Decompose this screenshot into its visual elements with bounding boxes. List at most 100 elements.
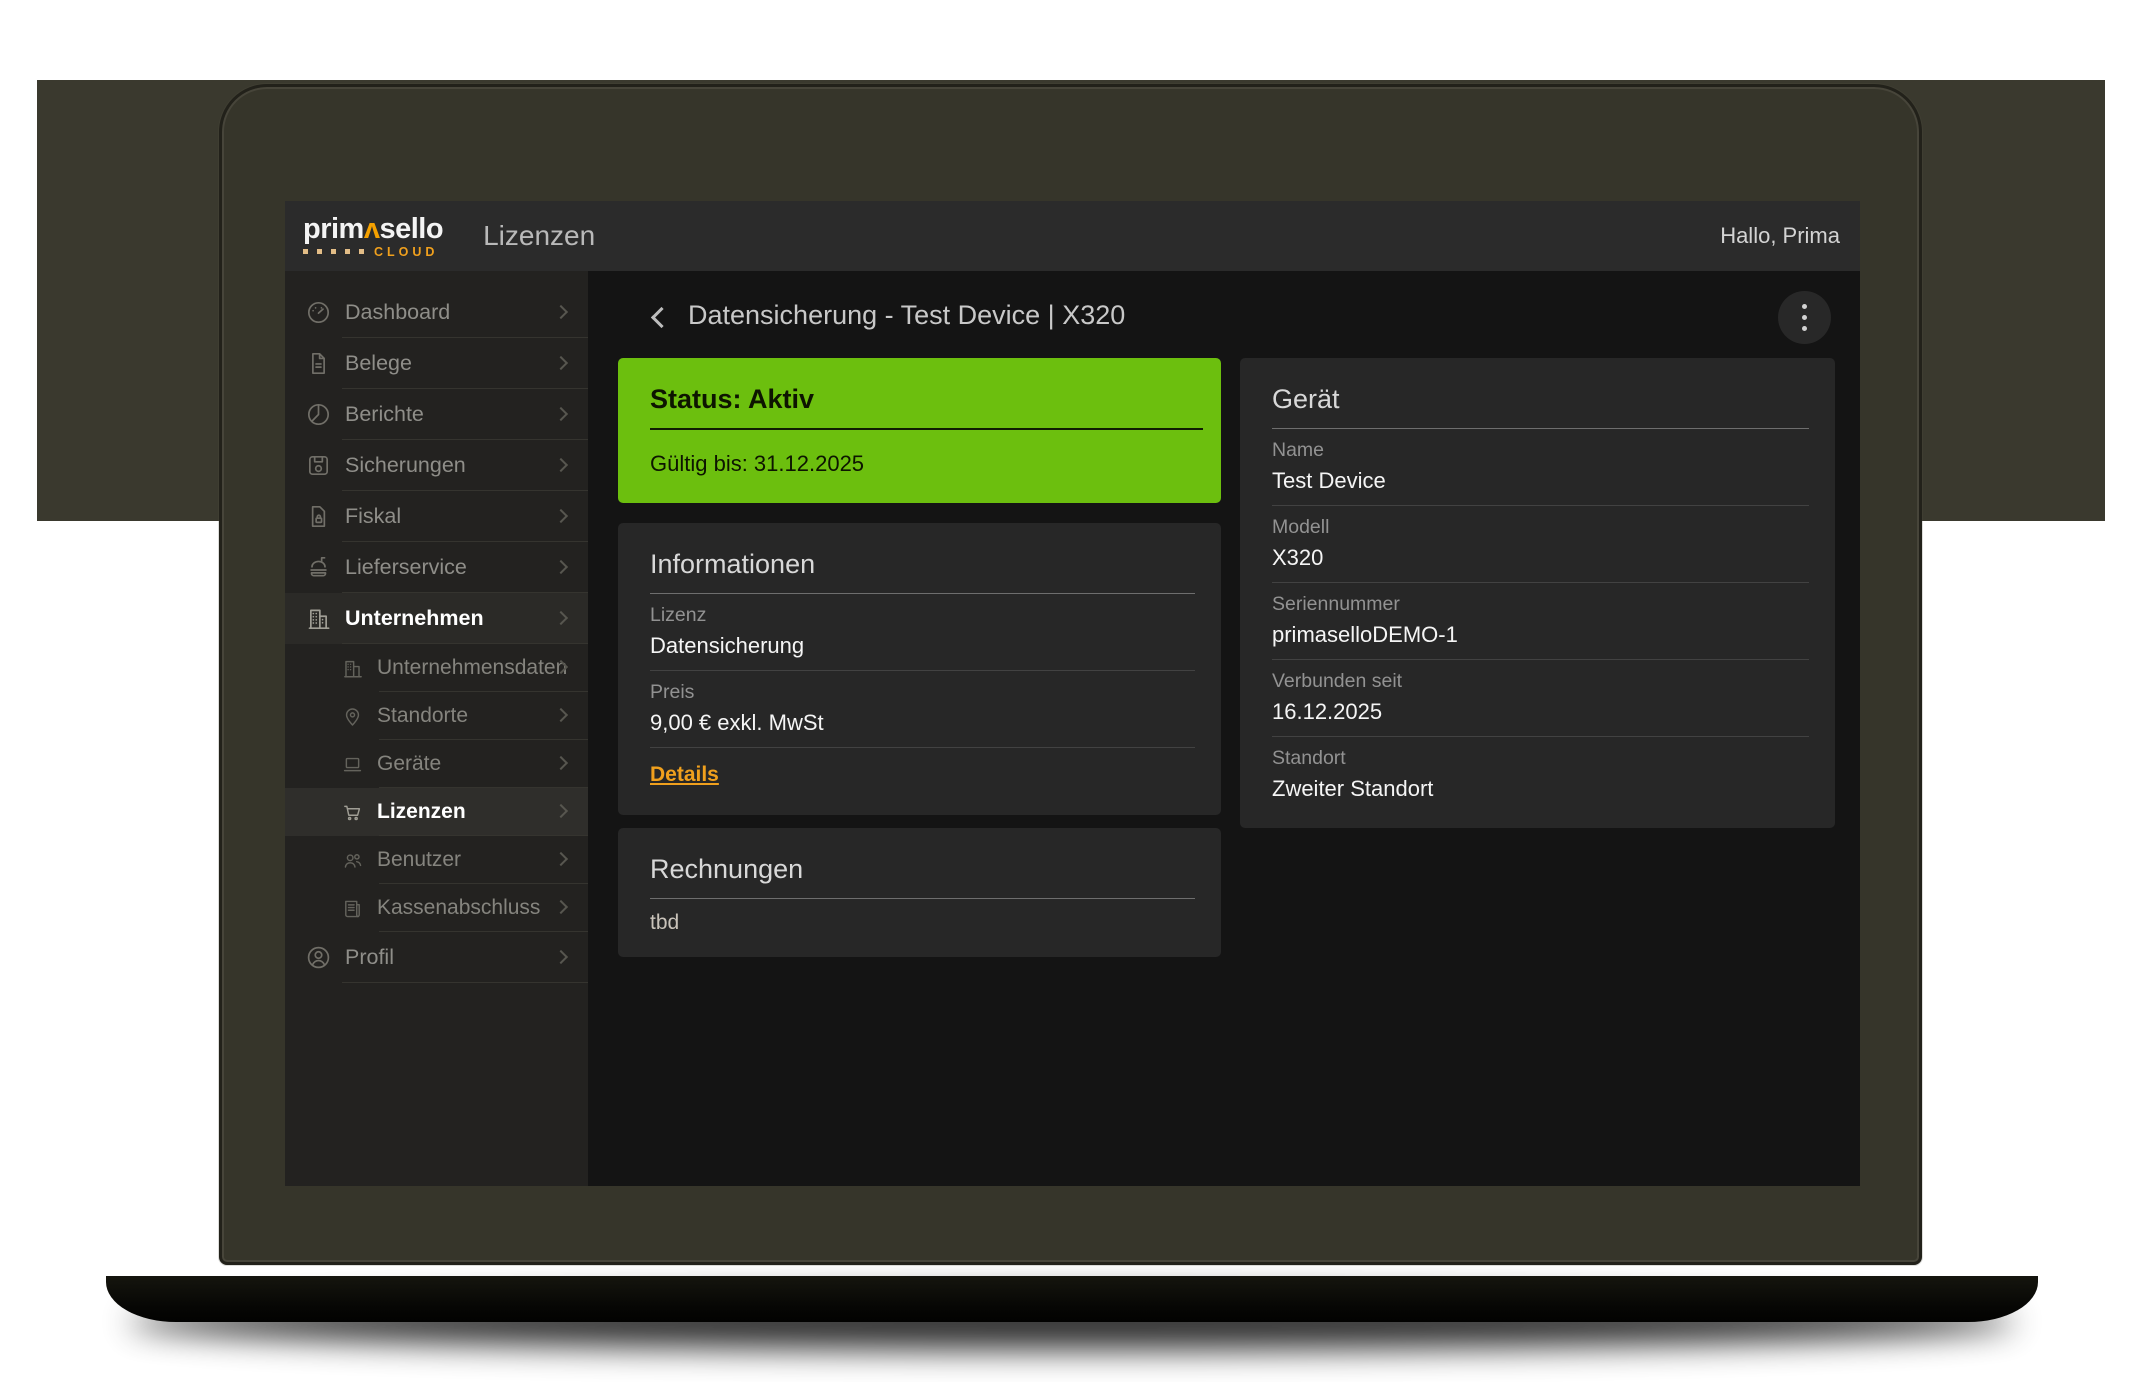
brand-caret: ʌ [364,213,380,245]
sidebar-item-belege[interactable]: Belege [285,338,588,389]
status-card: Status: Aktiv Gültig bis: 31.12.2025 [618,358,1221,503]
geraet-title: Gerät [1272,358,1809,429]
sidebar-item-label: Belege [345,351,412,376]
laptop-base-body [106,1276,2038,1322]
document-lock-icon [305,503,332,530]
status-heading: Status: Aktiv [650,384,1203,430]
chevron-right-icon [554,304,568,318]
field-value: Datensicherung [650,633,1195,659]
field-label: Standort [1272,747,1809,770]
sidebar-item-label: Berichte [345,402,424,427]
sidebar-item-label: Kassenabschluss [377,896,540,920]
field-value: X320 [1272,545,1809,571]
sidebar-item-fiskal[interactable]: Fiskal [285,491,588,542]
users-icon [341,849,364,872]
sidebar: Dashboard Belege Berichte Sicherungen [285,271,588,1186]
informationen-card: Informationen Lizenz Datensicherung Prei… [618,523,1221,815]
chevron-right-icon [554,756,568,770]
floppy-disk-icon [305,452,332,479]
field-label: Modell [1272,516,1809,539]
chevron-right-icon [554,708,568,722]
field-standort: Standort Zweiter Standort [1272,737,1809,828]
kebab-dot [1802,326,1807,331]
rechnungen-card: Rechnungen tbd [618,828,1221,957]
laptop-icon [341,753,364,776]
sidebar-item-label: Geräte [377,752,441,776]
chevron-left-icon [650,306,671,327]
sidebar-item-label: Sicherungen [345,453,466,478]
sidebar-item-geraete[interactable]: Geräte [285,740,588,788]
app-header: primʌsello CLOUD Lizenzen Hallo, Prima [285,201,1860,271]
building-icon [341,657,364,680]
gauge-icon [305,299,332,326]
back-button[interactable] [640,299,676,335]
sidebar-item-unternehmensdaten[interactable]: Unternehmensdaten [285,644,588,692]
kebab-dot [1802,315,1807,320]
sidebar-item-sicherungen[interactable]: Sicherungen [285,440,588,491]
field-seriennummer: Seriennummer primaselloDEMO-1 [1272,583,1809,660]
sidebar-item-label: Profil [345,945,394,970]
rechnungen-placeholder: tbd [650,899,1195,949]
left-column: Status: Aktiv Gültig bis: 31.12.2025 Inf… [618,358,1221,957]
field-lizenz: Lizenz Datensicherung [650,594,1195,671]
field-value: Zweiter Standort [1272,776,1809,802]
app-body: Dashboard Belege Berichte Sicherungen [285,271,1860,1186]
sidebar-item-lizenzen[interactable]: Lizenzen [285,788,588,836]
field-name: Name Test Device [1272,429,1809,506]
field-label: Verbunden seit [1272,670,1809,693]
sidebar-item-kassenabschluss[interactable]: Kassenabschluss [285,884,588,932]
field-label: Seriennummer [1272,593,1809,616]
informationen-title: Informationen [650,523,1195,594]
shopping-cart-icon [341,801,364,824]
sidebar-item-standorte[interactable]: Standorte [285,692,588,740]
sidebar-item-benutzer[interactable]: Benutzer [285,836,588,884]
right-column: Gerät Name Test Device Modell X320 Serie… [1240,358,1835,828]
field-value: 9,00 € exkl. MwSt [650,710,1195,736]
document-icon [305,350,332,377]
logo-dots [303,249,364,254]
chevron-right-icon [554,559,568,573]
sidebar-item-dashboard[interactable]: Dashboard [285,287,588,338]
building-icon [305,605,332,632]
chevron-right-icon [554,610,568,624]
chevron-right-icon [554,508,568,522]
field-label: Lizenz [650,604,1195,627]
map-pin-icon [341,705,364,728]
sidebar-item-label: Fiskal [345,504,401,529]
chevron-right-icon [554,900,568,914]
chevron-right-icon [554,355,568,369]
rechnungen-title: Rechnungen [650,828,1195,899]
sidebar-item-label: Unternehmen [345,606,484,631]
geraet-card: Gerät Name Test Device Modell X320 Serie… [1240,358,1835,828]
status-valid-until: Gültig bis: 31.12.2025 [650,451,1203,477]
page-title: Lizenzen [483,220,595,252]
chevron-right-icon [554,457,568,471]
sidebar-item-unternehmen[interactable]: Unternehmen [285,593,588,644]
field-label: Name [1272,439,1809,462]
pie-chart-icon [305,401,332,428]
sidebar-item-label: Unternehmensdaten [377,656,567,680]
laptop-frame: primʌsello CLOUD Lizenzen Hallo, Prima D… [219,84,1922,1265]
detail-title: Datensicherung - Test Device | X320 [688,300,1125,331]
brand-logo[interactable]: primʌsello CLOUD [303,214,443,259]
sidebar-item-profil[interactable]: Profil [285,932,588,983]
field-value: primaselloDEMO-1 [1272,622,1809,648]
sidebar-item-label: Lieferservice [345,555,467,580]
field-value: Test Device [1272,468,1809,494]
sidebar-item-label: Dashboard [345,300,450,325]
field-value: 16.12.2025 [1272,699,1809,725]
sidebar-item-lieferservice[interactable]: Lieferservice [285,542,588,593]
field-preis: Preis 9,00 € exkl. MwSt [650,671,1195,748]
sidebar-item-label: Benutzer [377,848,461,872]
person-circle-icon [305,944,332,971]
details-link[interactable]: Details [650,763,719,787]
sidebar-item-label: Lizenzen [377,800,466,824]
chevron-right-icon [554,406,568,420]
user-greeting: Hallo, Prima [1720,223,1840,249]
kebab-menu-button[interactable] [1778,291,1831,344]
sidebar-item-berichte[interactable]: Berichte [285,389,588,440]
field-label: Preis [650,681,1195,704]
main-content: Datensicherung - Test Device | X320 Stat… [588,271,1860,1186]
brand-wordmark: primʌsello [303,214,443,244]
brand-subline: CLOUD [303,245,431,259]
